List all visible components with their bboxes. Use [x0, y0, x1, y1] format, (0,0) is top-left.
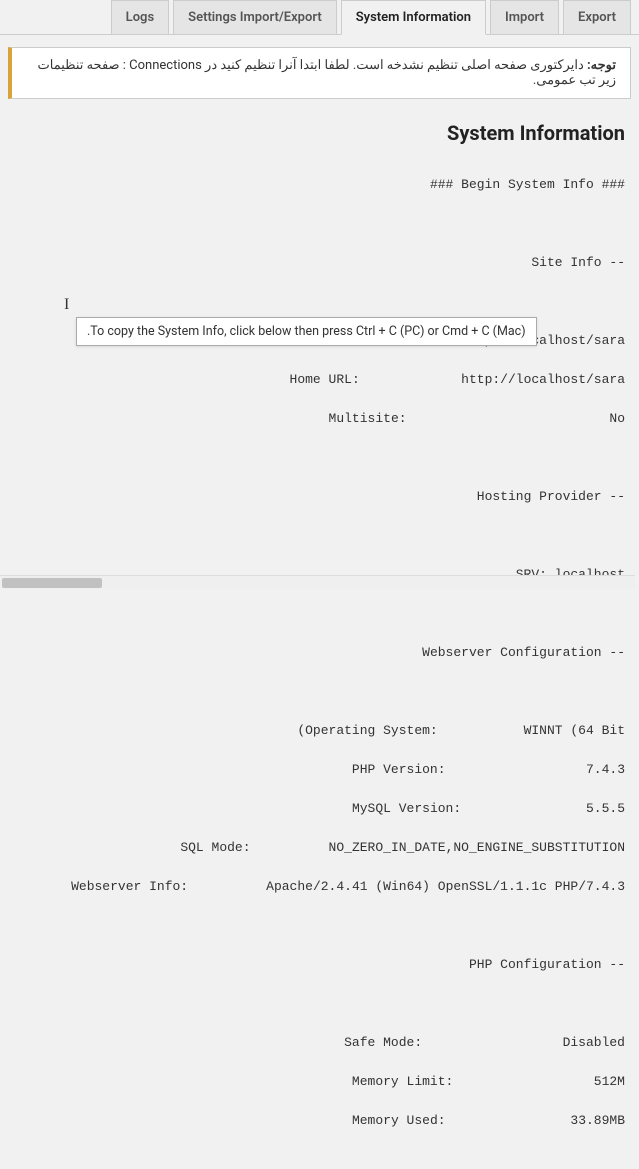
- webserver-info-value: Apache/2.4.41 (Win64) OpenSSL/1.1.1c PHP…: [266, 879, 625, 894]
- notice-text-1: دایرکتوری صفحه اصلی تنظیم نشدخه است. لطف…: [202, 58, 587, 73]
- tab-bar: Logs Settings Import/Export System Infor…: [0, 0, 639, 35]
- memory-used-value: 33.89MB: [570, 1113, 625, 1128]
- memory-limit-label: Memory Limit:: [352, 1074, 453, 1089]
- php-version-value: 7.4.3: [586, 762, 625, 777]
- webserver-info-label: Webserver Info:: [71, 879, 188, 894]
- webserver-header: Webserver Configuration --: [14, 643, 625, 663]
- tab-export[interactable]: Export: [563, 0, 631, 34]
- copy-tooltip: .To copy the System Info, click below th…: [76, 317, 537, 346]
- safe-mode-label: Safe Mode:: [344, 1035, 422, 1050]
- multisite-label: Multisite:: [329, 411, 407, 426]
- home-url-label: Home URL:: [290, 372, 360, 387]
- info-header: ### Begin System Info ###: [14, 175, 625, 195]
- page-title: System Information: [0, 99, 639, 155]
- tab-system-information[interactable]: System Information: [341, 0, 486, 35]
- hosting-header: Hosting Provider --: [14, 487, 625, 507]
- multisite-value: No: [609, 411, 625, 426]
- tab-import[interactable]: Import: [490, 0, 559, 34]
- notice-connections-link[interactable]: Connections: [129, 58, 202, 73]
- system-info-container: ### Begin System Info ### Site Info -- S…: [0, 155, 639, 1169]
- php-config-header: PHP Configuration --: [14, 955, 625, 975]
- os-label: (Operating System:: [297, 723, 437, 738]
- scrollbar-thumb[interactable]: [2, 578, 102, 588]
- php-version-label: PHP Version:: [352, 762, 446, 777]
- sql-mode-value: NO_ZERO_IN_DATE,NO_ENGINE_SUBSTITUTION: [329, 840, 625, 855]
- mysql-version-label: MySQL Version:: [352, 801, 461, 816]
- system-info-textarea[interactable]: ### Begin System Info ### Site Info -- S…: [14, 155, 625, 1169]
- memory-limit-value: 512M: [594, 1074, 625, 1089]
- os-value: WINNT (64 Bit: [524, 723, 625, 738]
- home-url-value: http://localhost/sara: [461, 372, 625, 387]
- notice-label: توجه:: [587, 58, 616, 73]
- sql-mode-label: SQL Mode:: [180, 840, 250, 855]
- safe-mode-value: Disabled: [563, 1035, 625, 1050]
- text-cursor-icon: I: [64, 296, 69, 314]
- memory-used-label: Memory Used:: [352, 1113, 446, 1128]
- site-info-header: Site Info --: [14, 253, 625, 273]
- notice-warning: توجه: دایرکتوری صفحه اصلی تنظیم نشدخه اس…: [8, 47, 631, 99]
- horizontal-scrollbar[interactable]: [0, 575, 635, 589]
- tab-settings-import-export[interactable]: Settings Import/Export: [173, 0, 337, 34]
- mysql-version-value: 5.5.5: [586, 801, 625, 816]
- tab-logs[interactable]: Logs: [111, 0, 169, 34]
